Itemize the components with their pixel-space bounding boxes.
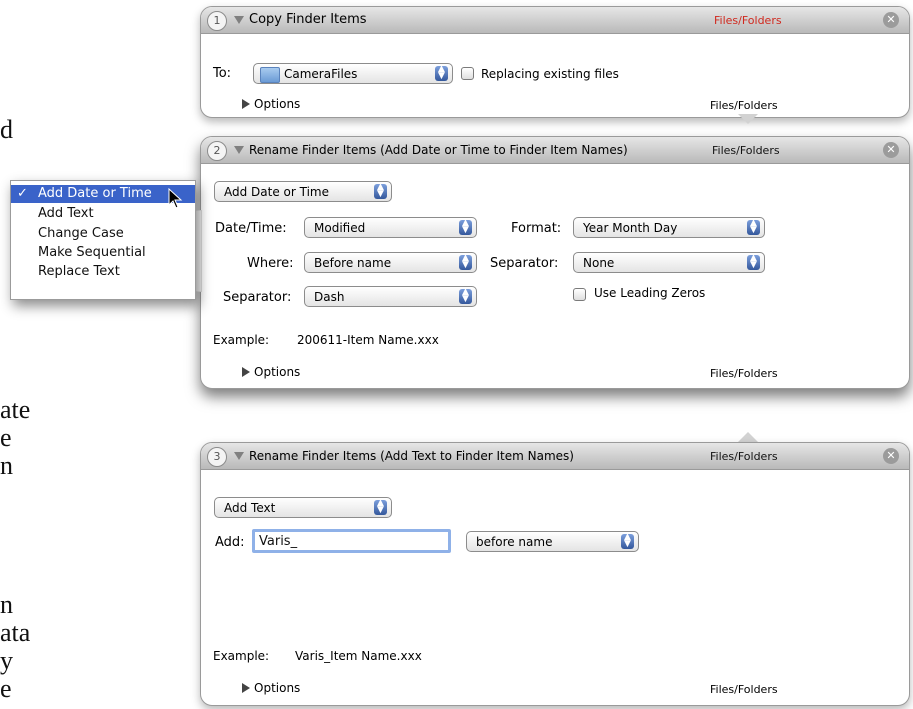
example-value: Varis_Item Name.xxx (295, 649, 422, 663)
close-icon[interactable]: ✕ (883, 448, 899, 464)
popup-arrows-icon: ▲ ▼ (747, 219, 760, 235)
menu-item-label: Change Case (38, 226, 124, 241)
add-text-value: Varis_ (259, 534, 298, 549)
action-type-label: Files/Folders (710, 450, 778, 463)
menu-item-label: Make Sequential (38, 245, 146, 260)
popup-arrows-icon: ▲ ▼ (374, 499, 387, 515)
folder-icon (260, 67, 280, 83)
example-value: 200611-Item Name.xxx (297, 333, 439, 347)
close-icon[interactable]: ✕ (883, 12, 899, 28)
popup-arrows-icon: ▲ ▼ (459, 254, 472, 270)
rename-mode-popup[interactable]: Add Text ▲ ▼ (214, 497, 392, 518)
action-type-label: Files/Folders (714, 14, 782, 27)
separator-label: Separator: (490, 256, 559, 271)
action-title: Rename Finder Items (Add Text to Finder … (249, 449, 574, 463)
separator-popup[interactable]: None ▲ ▼ (573, 252, 765, 273)
date-separator-label: Separator: (223, 290, 292, 305)
date-separator-value: Dash (314, 290, 345, 304)
background-text-fragment: n (0, 451, 13, 480)
where-value: Before name (314, 256, 392, 270)
action-number: 3 (207, 447, 227, 467)
background-text-fragment: d (0, 115, 13, 144)
collapse-triangle-icon[interactable] (234, 452, 244, 460)
action-rename-add-text: 3 Rename Finder Items (Add Text to Finde… (200, 442, 910, 706)
action-rename-add-date: 2 Rename Finder Items (Add Date or Time … (200, 136, 910, 389)
rename-mode-label: Add Date or Time (224, 185, 329, 199)
background-text-fragment: e (0, 423, 12, 452)
add-label: Add: (215, 535, 245, 550)
popup-arrows-icon: ▲ ▼ (747, 254, 760, 270)
separator-value: None (583, 256, 615, 270)
options-disclosure-icon[interactable] (242, 367, 250, 377)
to-label: To: (213, 66, 232, 81)
background-text-fragment: e (0, 674, 12, 703)
popup-arrows-icon: ▲ ▼ (621, 533, 634, 549)
replacing-existing-label: Replacing existing files (481, 67, 619, 81)
action-connector (738, 114, 758, 124)
collapse-triangle-icon[interactable] (234, 16, 244, 24)
action-type-label: Files/Folders (712, 144, 780, 157)
example-label: Example: (213, 333, 270, 347)
destination-folder-popup[interactable]: CameraFiles ▲ ▼ (253, 63, 453, 84)
action-number: 2 (207, 141, 227, 161)
rename-mode-label: Add Text (224, 501, 276, 515)
mouse-cursor-icon (168, 188, 183, 209)
options-disclosure-icon[interactable] (242, 99, 250, 109)
rename-mode-popup[interactable]: Add Date or Time ▲ ▼ (214, 181, 392, 202)
where-label: Where: (247, 256, 294, 271)
datetime-popup[interactable]: Modified ▲ ▼ (304, 217, 477, 238)
options-disclosure-icon[interactable] (242, 683, 250, 693)
action-header[interactable]: 2 Rename Finder Items (Add Date or Time … (201, 137, 909, 164)
datetime-label: Date/Time: (215, 221, 287, 236)
footer-type-label: Files/Folders (710, 367, 778, 380)
popup-arrows-icon: ▲ ▼ (374, 183, 387, 199)
action-number: 1 (207, 11, 227, 31)
format-value: Year Month Day (583, 221, 678, 235)
background-text-fragment: ata (0, 618, 31, 647)
checkmark-icon: ✓ (17, 186, 28, 201)
footer-type-label: Files/Folders (710, 99, 778, 112)
menu-item-label: Add Date or Time (38, 186, 152, 201)
options-label[interactable]: Options (254, 681, 300, 695)
background-text-fragment: y (0, 646, 13, 675)
text-position-popup[interactable]: before name ▲ ▼ (466, 531, 639, 552)
action-connector (738, 432, 758, 442)
footer-type-label: Files/Folders (710, 683, 778, 696)
text-position-value: before name (476, 535, 553, 549)
format-label: Format: (511, 221, 562, 236)
menu-item-make-sequential[interactable]: Make Sequential (11, 244, 195, 262)
action-title: Copy Finder Items (249, 12, 367, 27)
popup-arrows-icon: ▲ ▼ (459, 288, 472, 304)
action-copy-finder-items: 1 Copy Finder Items Files/Folders ✕ To: … (200, 6, 910, 118)
background-text-fragment: n (0, 590, 13, 619)
replacing-existing-checkbox[interactable] (461, 67, 474, 80)
datetime-value: Modified (314, 221, 366, 235)
options-label[interactable]: Options (254, 97, 300, 111)
background-text-fragment: ate (0, 395, 31, 424)
close-icon[interactable]: ✕ (883, 142, 899, 158)
destination-folder-label: CameraFiles (284, 67, 358, 81)
menu-item-label: Add Text (38, 206, 94, 221)
action-title: Rename Finder Items (Add Date or Time to… (249, 143, 628, 157)
popup-arrows-icon: ▲ ▼ (459, 219, 472, 235)
menu-item-label: Replace Text (38, 264, 120, 279)
format-popup[interactable]: Year Month Day ▲ ▼ (573, 217, 765, 238)
date-separator-popup[interactable]: Dash ▲ ▼ (304, 286, 477, 307)
action-header[interactable]: 3 Rename Finder Items (Add Text to Finde… (201, 443, 909, 470)
menu-item-change-case[interactable]: Change Case (11, 225, 195, 243)
add-text-field[interactable]: Varis_ (252, 529, 451, 553)
leading-zeros-label: Use Leading Zeros (594, 286, 706, 300)
action-header[interactable]: 1 Copy Finder Items Files/Folders ✕ (201, 7, 909, 34)
collapse-triangle-icon[interactable] (234, 146, 244, 154)
menu-item-replace-text[interactable]: Replace Text (11, 263, 195, 281)
popup-arrows-icon: ▲ ▼ (435, 65, 448, 81)
example-label: Example: (213, 649, 270, 663)
options-label[interactable]: Options (254, 365, 300, 379)
where-popup[interactable]: Before name ▲ ▼ (304, 252, 477, 273)
leading-zeros-checkbox[interactable] (573, 288, 586, 301)
